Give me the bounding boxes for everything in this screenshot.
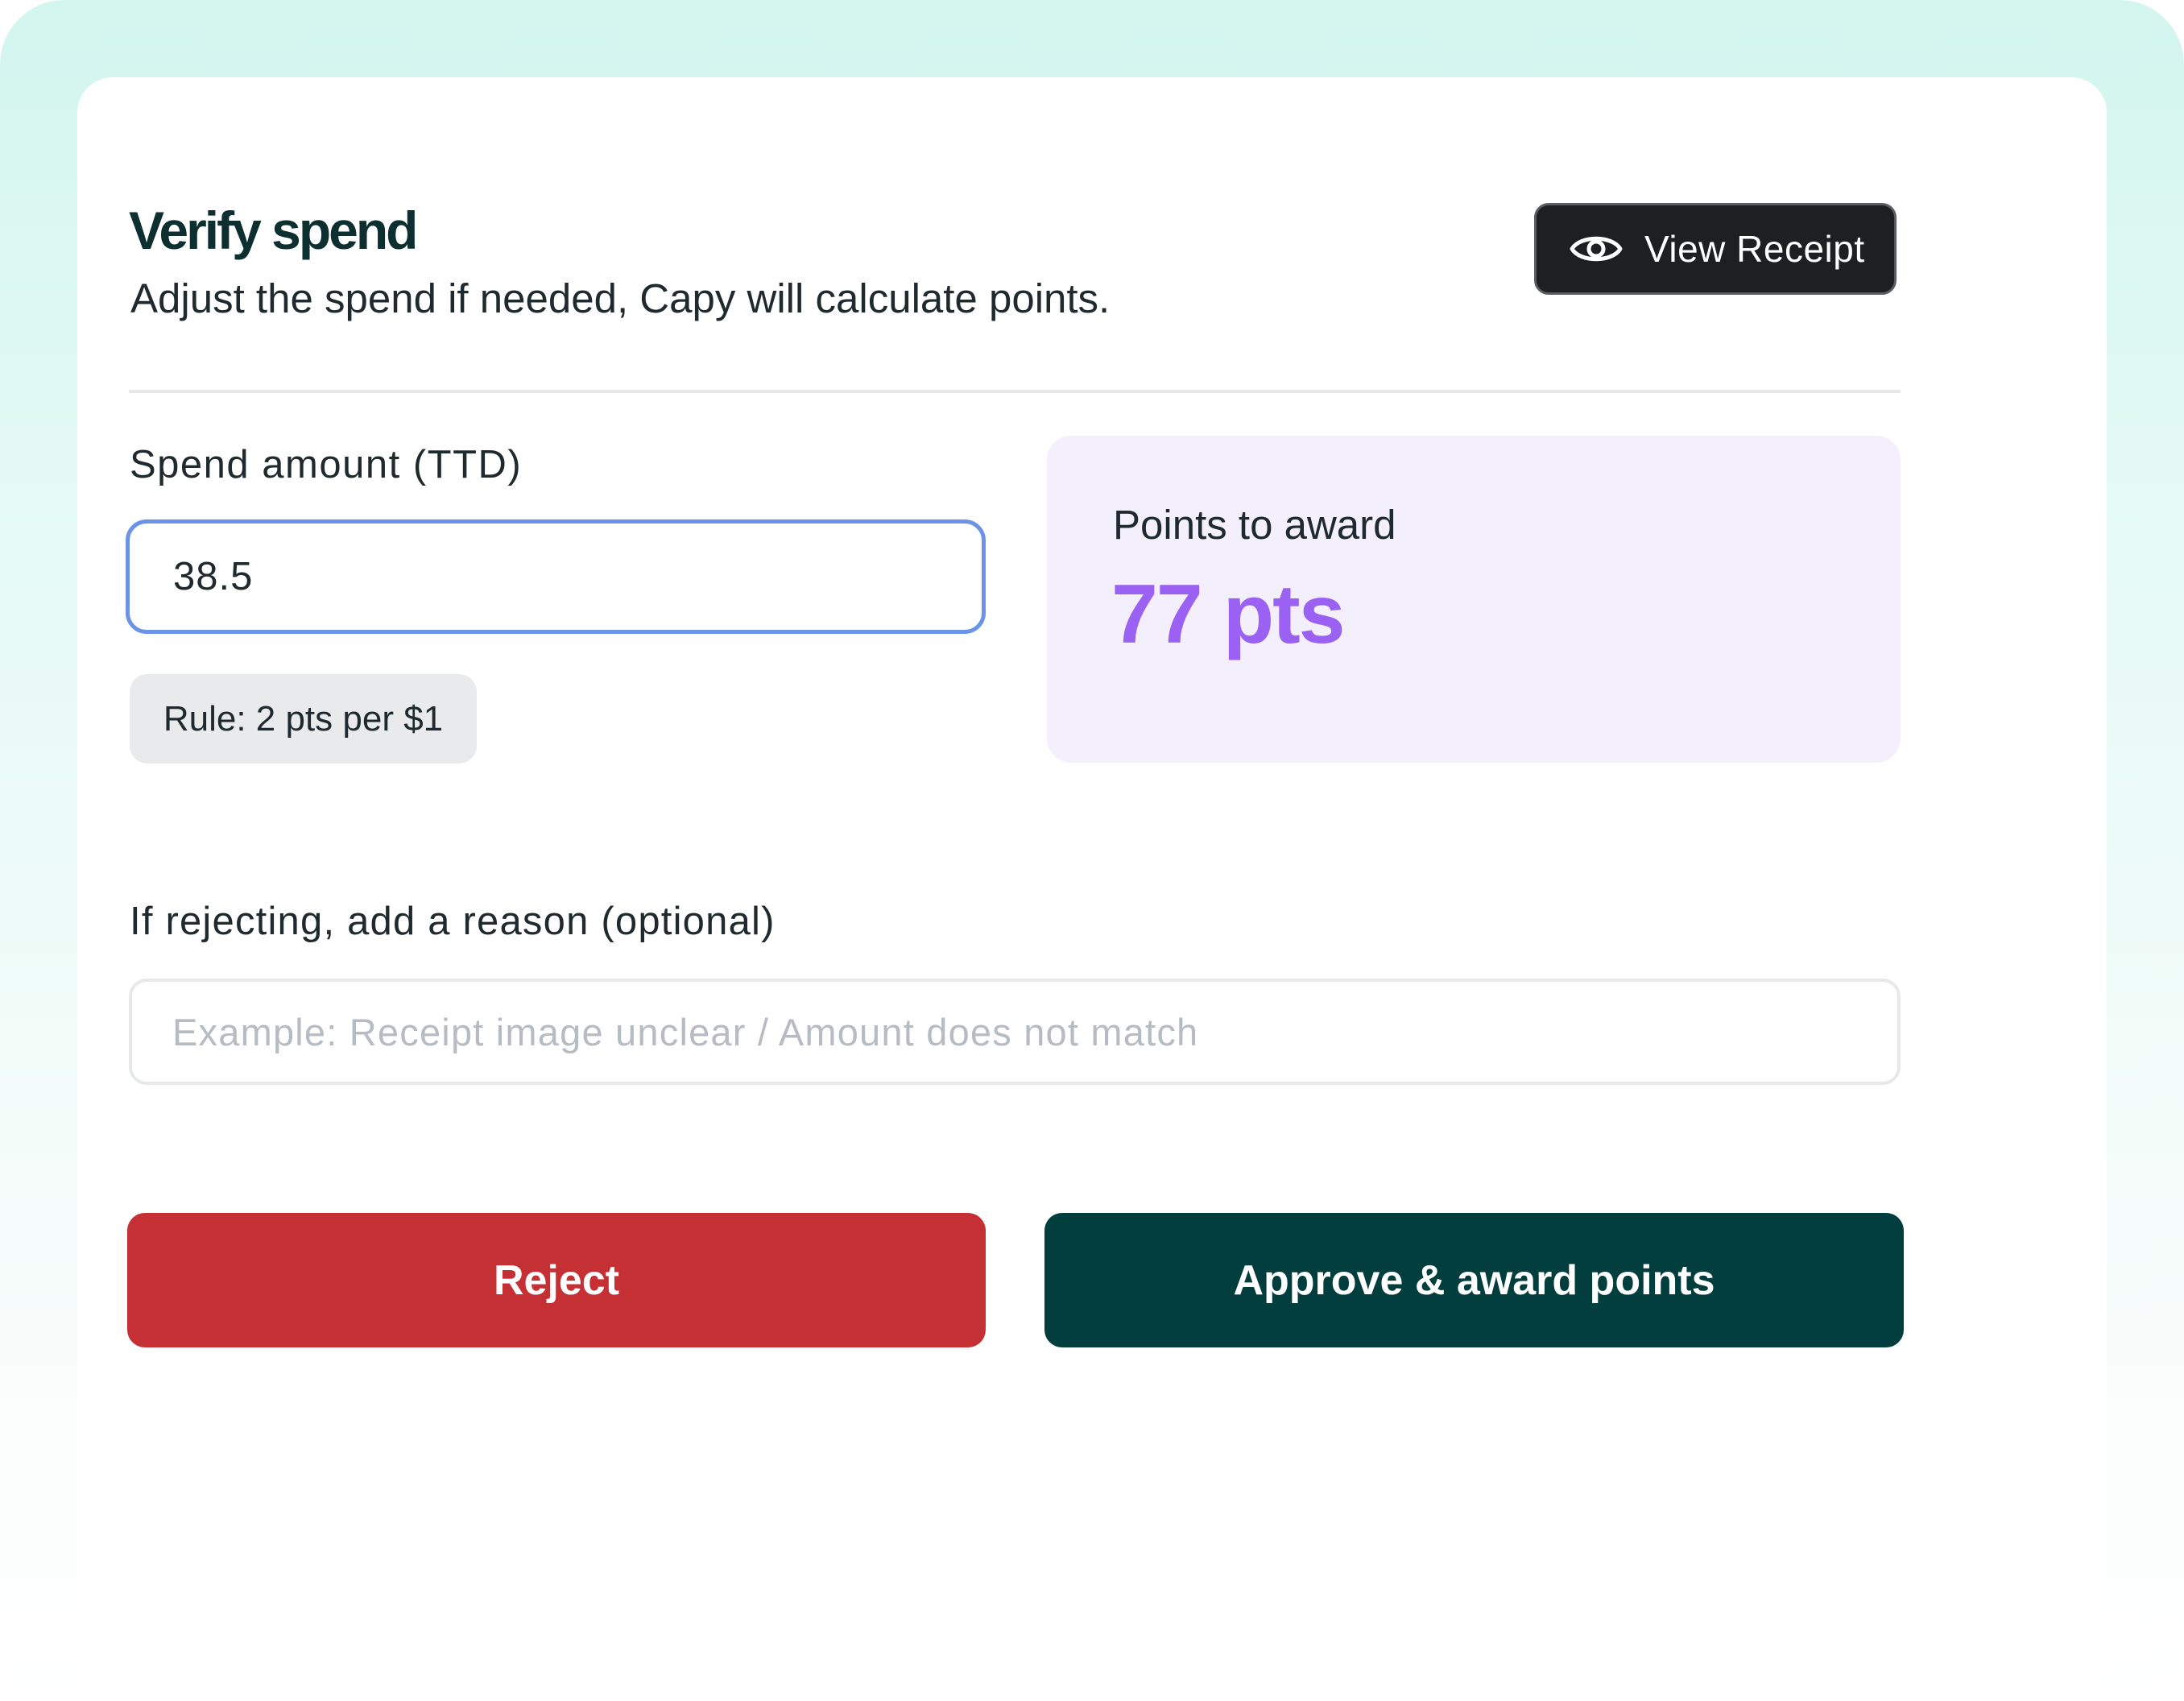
points-summary-panel: Points to award 77 pts [1047, 436, 1901, 763]
view-receipt-label: View Receipt [1644, 228, 1865, 270]
spend-amount-label: Spend amount (TTD) [130, 443, 523, 486]
reject-reason-input[interactable] [129, 979, 1901, 1085]
points-to-award-label: Points to award [1113, 502, 1396, 548]
page-title: Verify spend [129, 201, 418, 260]
spend-amount-input[interactable] [126, 519, 986, 634]
reject-reason-label: If rejecting, add a reason (optional) [130, 900, 776, 943]
approve-award-button[interactable]: Approve & award points [1044, 1213, 1904, 1347]
header-divider [129, 390, 1901, 393]
view-receipt-button[interactable]: View Receipt [1534, 203, 1897, 295]
reject-button[interactable]: Reject [127, 1213, 986, 1347]
eye-icon [1569, 229, 1624, 269]
page-subtitle: Adjust the spend if needed, Capy will ca… [130, 275, 1111, 321]
points-to-award-value: 77 pts [1111, 568, 1346, 661]
points-rule-badge: Rule: 2 pts per $1 [130, 674, 477, 764]
background-frame: Verify spend Adjust the spend if needed,… [0, 0, 2184, 1701]
